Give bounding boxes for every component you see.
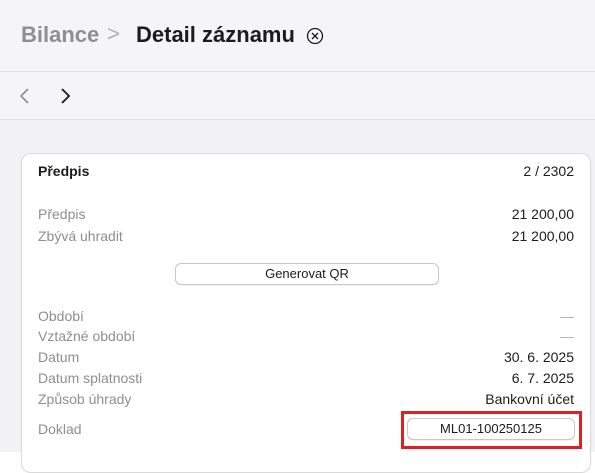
row-value-vztazne-obdobi: — [560,328,574,344]
generate-qr-button[interactable]: Generovat QR [175,263,439,285]
row-label-datum: Datum [38,349,80,365]
title-bar: Bilance > Detail záznamu [0,0,595,72]
row-value-obdobi: — [560,308,574,324]
row-value-predpis: 21 200,00 [511,206,574,222]
chevron-left-icon[interactable] [15,86,35,106]
page-title: Detail záznamu [136,22,295,47]
chevron-right-icon[interactable] [55,86,75,106]
close-circle-icon[interactable] [306,27,324,45]
row-value-zpusob-uhrady: Bankovní účet [485,391,574,407]
row-label-zbyva-uhradit: Zbývá uhradit [38,228,123,244]
record-title: Předpis [38,163,90,179]
row-label-zpusob-uhrady: Způsob úhrady [38,391,132,407]
row-label-predpis: Předpis [38,206,86,222]
navigation-bar [0,72,595,120]
breadcrumb-parent[interactable]: Bilance [21,22,99,48]
doklad-button[interactable]: ML01-100250125 [407,418,575,440]
row-label-doklad: Doklad [38,421,82,437]
row-label-obdobi: Období [38,308,84,324]
row-label-datum-splatnosti: Datum splatnosti [38,370,143,386]
record-counter: 2 / 2302 [523,163,574,179]
row-value-datum: 30. 6. 2025 [503,349,574,365]
row-value-datum-splatnosti: 6. 7. 2025 [511,370,574,386]
breadcrumb-separator: > [107,21,120,46]
row-value-zbyva-uhradit: 21 200,00 [511,228,574,244]
row-label-vztazne-obdobi: Vztažné období [38,328,136,344]
